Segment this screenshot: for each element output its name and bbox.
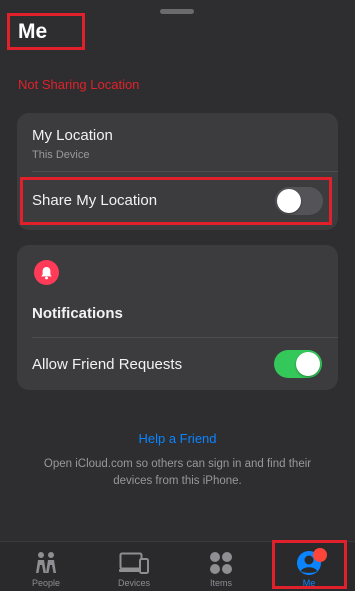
items-icon [209,550,233,576]
allow-friend-requests-label: Allow Friend Requests [32,356,183,373]
notifications-title: Notifications [32,305,123,322]
tab-label: Devices [117,578,150,588]
tab-people[interactable]: People [2,542,90,591]
my-location-subtitle: This Device [32,149,90,161]
me-sheet: Me Not Sharing Location My Location This… [0,0,355,591]
share-location-toggle[interactable] [275,187,323,215]
tab-items[interactable]: Items [177,542,265,591]
tab-me[interactable]: Me [265,542,353,591]
people-icon [32,550,60,576]
location-card: My Location This Device Share My Locatio… [17,113,338,230]
sharing-status-text: Not Sharing Location [18,77,140,92]
notifications-card: Notifications Allow Friend Requests [17,245,338,390]
divider [32,171,338,172]
share-location-label: Share My Location [32,192,158,209]
tab-devices[interactable]: Devices [90,542,178,591]
devices-icon [119,550,149,576]
allow-friend-requests-toggle[interactable] [274,350,322,378]
tab-label: Me [302,578,316,588]
divider [32,337,338,338]
sheet-grabber[interactable] [160,9,194,14]
notification-dot [313,548,327,562]
my-location-title: My Location [32,127,113,144]
help-description: Open iCloud.com so others can sign in an… [43,458,312,487]
page-title: Me [18,20,48,43]
tab-label: People [31,578,61,588]
toggle-knob [277,189,301,213]
me-icon [296,548,327,576]
bell-icon [34,260,59,285]
tab-bar: People Devices Items Me [0,541,355,591]
tab-label: Items [209,578,232,588]
toggle-knob [296,352,320,376]
help-a-friend-link[interactable]: Help a Friend [0,431,355,446]
